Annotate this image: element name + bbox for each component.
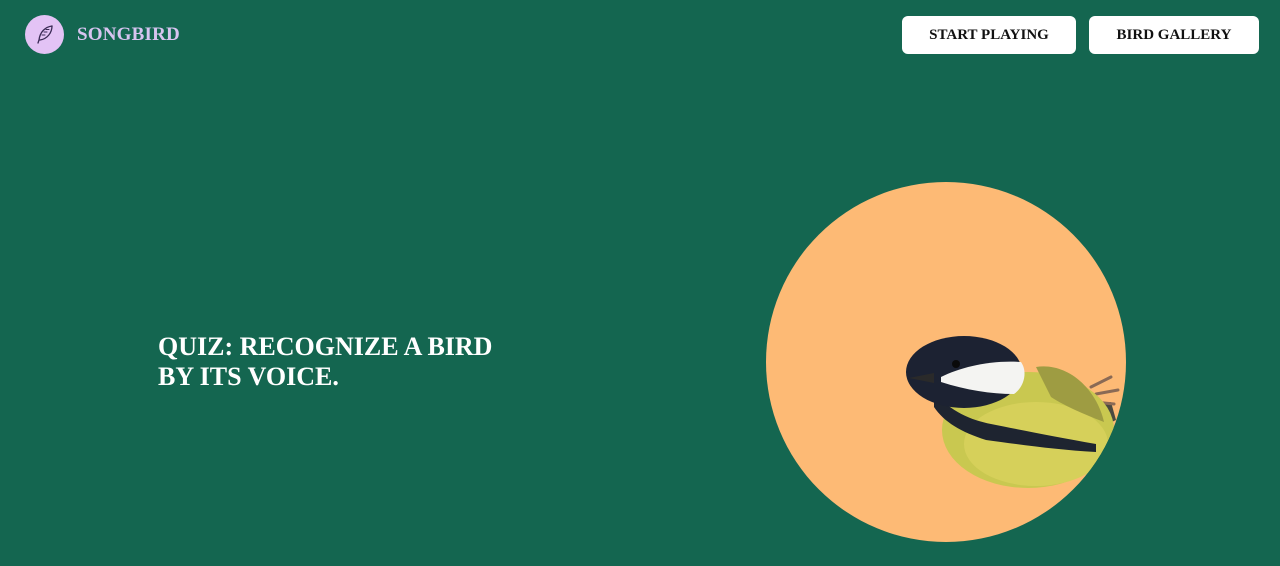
- bird-gallery-button[interactable]: BIRD GALLERY: [1089, 16, 1259, 54]
- hero-title-line-1: QUIZ: RECOGNIZE A BIRD: [158, 332, 493, 361]
- hero-title-line-2: BY ITS VOICE.: [158, 362, 339, 391]
- start-playing-button[interactable]: START PLAYING: [902, 16, 1076, 54]
- feather-icon: [25, 15, 64, 54]
- logo-text: SONGBIRD: [77, 23, 180, 45]
- site-header: SONGBIRD START PLAYING BIRD GALLERY: [0, 0, 1280, 70]
- main-nav: START PLAYING BIRD GALLERY: [902, 16, 1259, 54]
- logo-link[interactable]: SONGBIRD: [25, 15, 180, 54]
- hero-title: QUIZ: RECOGNIZE A BIRD BY ITS VOICE.: [158, 332, 518, 392]
- hero-image-circle: [766, 182, 1126, 542]
- great-tit-bird-image: [906, 336, 1120, 488]
